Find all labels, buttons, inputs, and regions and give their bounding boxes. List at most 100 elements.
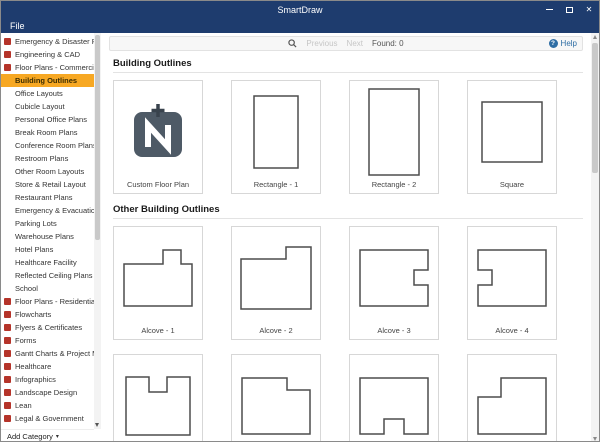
- sidebar-item-label: Legal & Government: [15, 414, 84, 423]
- template-card-label: Custom Floor Plan: [126, 180, 190, 189]
- outline-8-icon: [468, 355, 556, 441]
- sidebar-item[interactable]: Forms: [1, 334, 94, 347]
- previous-button[interactable]: Previous: [306, 39, 337, 48]
- sidebar-item[interactable]: Infographics: [1, 373, 94, 386]
- sidebar-item[interactable]: Lean: [1, 399, 94, 412]
- sidebar-item[interactable]: Floor Plans - Commercial: [1, 61, 94, 74]
- sidebar-item[interactable]: Gantt Charts & Project Mgt: [1, 347, 94, 360]
- sidebar-item[interactable]: Emergency & Evacuation: [1, 204, 94, 217]
- add-category-button[interactable]: Add Category ▾: [1, 429, 94, 441]
- search-icon[interactable]: [288, 35, 297, 53]
- sidebar-item-label: School: [15, 284, 38, 293]
- template-card-grid: Alcove - 1 Alcove - 2 Alcove - 3 Alcove - 4: [113, 226, 583, 441]
- sidebar-scrollbar-thumb[interactable]: [95, 35, 100, 240]
- sidebar-item[interactable]: Healthcare Facility: [1, 256, 94, 269]
- sidebar-item[interactable]: Legal & Government: [1, 412, 94, 425]
- section-title: Building Outlines: [113, 58, 192, 69]
- sidebar-item[interactable]: Restaurant Plans: [1, 191, 94, 204]
- category-icon: [4, 389, 11, 396]
- sidebar-item-label: Floor Plans - Commercial: [15, 63, 94, 72]
- category-icon: [4, 363, 11, 370]
- sidebar-item-label: Conference Room Plans: [15, 141, 94, 150]
- sidebar-scroll-down-icon[interactable]: [95, 423, 99, 427]
- sidebar-item-label: Hotel Plans: [15, 245, 54, 254]
- rectangle-2-icon: [350, 81, 438, 178]
- template-card[interactable]: Alcove - 4: [467, 226, 557, 340]
- sidebar-item[interactable]: Floor Plans - Residential: [1, 295, 94, 308]
- sidebar-item[interactable]: Warehouse Plans: [1, 230, 94, 243]
- template-card[interactable]: [349, 354, 439, 441]
- sidebar-item-label: Emergency & Evacuation: [15, 206, 94, 215]
- template-card-label: Alcove - 2: [259, 326, 293, 335]
- search-toolbar: Previous Next Found: 0 ? Help: [109, 36, 583, 51]
- sidebar-item-label: Landscape Design: [15, 388, 78, 397]
- sidebar-item[interactable]: Hotel Plans: [1, 243, 94, 256]
- minimize-button[interactable]: [539, 1, 559, 18]
- sidebar-item[interactable]: Reflected Ceiling Plans: [1, 269, 94, 282]
- template-card[interactable]: [231, 354, 321, 441]
- sidebar-item[interactable]: Flyers & Certificates: [1, 321, 94, 334]
- sidebar-item-label: Office Layouts: [15, 89, 63, 98]
- window-title: SmartDraw: [277, 4, 323, 15]
- sidebar-list: Emergency & Disaster Pla.. Engineering & …: [1, 35, 94, 429]
- sidebar-item[interactable]: Other Room Layouts: [1, 165, 94, 178]
- scroll-up-icon[interactable]: [592, 35, 597, 39]
- sidebar-item[interactable]: Restroom Plans: [1, 152, 94, 165]
- sidebar-item[interactable]: Cubicle Layout: [1, 100, 94, 113]
- sidebar-item[interactable]: Engineering & CAD: [1, 48, 94, 61]
- sidebar-item-label: Warehouse Plans: [15, 232, 74, 241]
- section-title: Other Building Outlines: [113, 204, 220, 215]
- sidebar-item[interactable]: Conference Room Plans: [1, 139, 94, 152]
- window-controls: ✕: [539, 1, 599, 18]
- help-label: Help: [560, 39, 577, 48]
- sidebar-item-label: Gantt Charts & Project Mgt: [15, 349, 94, 358]
- sidebar-item[interactable]: School: [1, 282, 94, 295]
- template-card[interactable]: Rectangle - 2: [349, 80, 439, 194]
- sidebar-item[interactable]: Building Outlines: [1, 74, 94, 87]
- maximize-button[interactable]: [559, 1, 579, 18]
- alcove-2-icon: [232, 227, 320, 324]
- close-button[interactable]: ✕: [579, 1, 599, 18]
- category-icon: [4, 38, 11, 45]
- template-card[interactable]: Square: [467, 80, 557, 194]
- sidebar-item[interactable]: Break Room Plans: [1, 126, 94, 139]
- template-card[interactable]: [467, 354, 557, 441]
- template-card[interactable]: Alcove - 3: [349, 226, 439, 340]
- template-card[interactable]: Alcove - 1: [113, 226, 203, 340]
- sidebar-item[interactable]: Flowcharts: [1, 308, 94, 321]
- help-button[interactable]: ? Help: [548, 37, 577, 50]
- sidebar-item-label: Other Room Layouts: [15, 167, 85, 176]
- title-bar: SmartDraw ✕: [1, 1, 599, 18]
- category-icon: [4, 311, 11, 318]
- category-icon: [4, 51, 11, 58]
- maximize-icon: [565, 6, 573, 13]
- sidebar-item-label: Healthcare: [15, 362, 52, 371]
- template-browser: Previous Next Found: 0 ? Help Building O…: [101, 33, 599, 441]
- template-card[interactable]: [113, 354, 203, 441]
- sidebar-item-label: Cubicle Layout: [15, 102, 65, 111]
- main-scrollbar-thumb[interactable]: [592, 43, 598, 173]
- sidebar-item-label: Break Room Plans: [15, 128, 78, 137]
- sidebar-item-label: Emergency & Disaster Pla..: [15, 37, 94, 46]
- menu-file[interactable]: File: [1, 18, 34, 33]
- sidebar-item[interactable]: Store & Retail Layout: [1, 178, 94, 191]
- template-card-label: Square: [499, 180, 525, 189]
- sidebar-item[interactable]: Emergency & Disaster Pla..: [1, 35, 94, 48]
- sidebar-item[interactable]: Personal Office Plans: [1, 113, 94, 126]
- sidebar-item[interactable]: Healthcare: [1, 360, 94, 373]
- template-card[interactable]: Rectangle - 1: [231, 80, 321, 194]
- sidebar-item[interactable]: Office Layouts: [1, 87, 94, 100]
- section-divider: [113, 218, 583, 219]
- sidebar-scrollbar[interactable]: [94, 33, 101, 429]
- alcove-3-icon: [350, 227, 438, 324]
- rectangle-1-icon: [232, 81, 320, 178]
- template-card[interactable]: Alcove - 2: [231, 226, 321, 340]
- next-button[interactable]: Next: [347, 39, 363, 48]
- sidebar-item[interactable]: Parking Lots: [1, 217, 94, 230]
- sidebar-item[interactable]: Landscape Design: [1, 386, 94, 399]
- scroll-down-icon[interactable]: [592, 437, 597, 441]
- sidebar-item-label: Flowcharts: [15, 310, 52, 319]
- main-scrollbar[interactable]: [591, 33, 599, 441]
- template-card-label: Alcove - 3: [377, 326, 411, 335]
- template-card[interactable]: Custom Floor Plan: [113, 80, 203, 194]
